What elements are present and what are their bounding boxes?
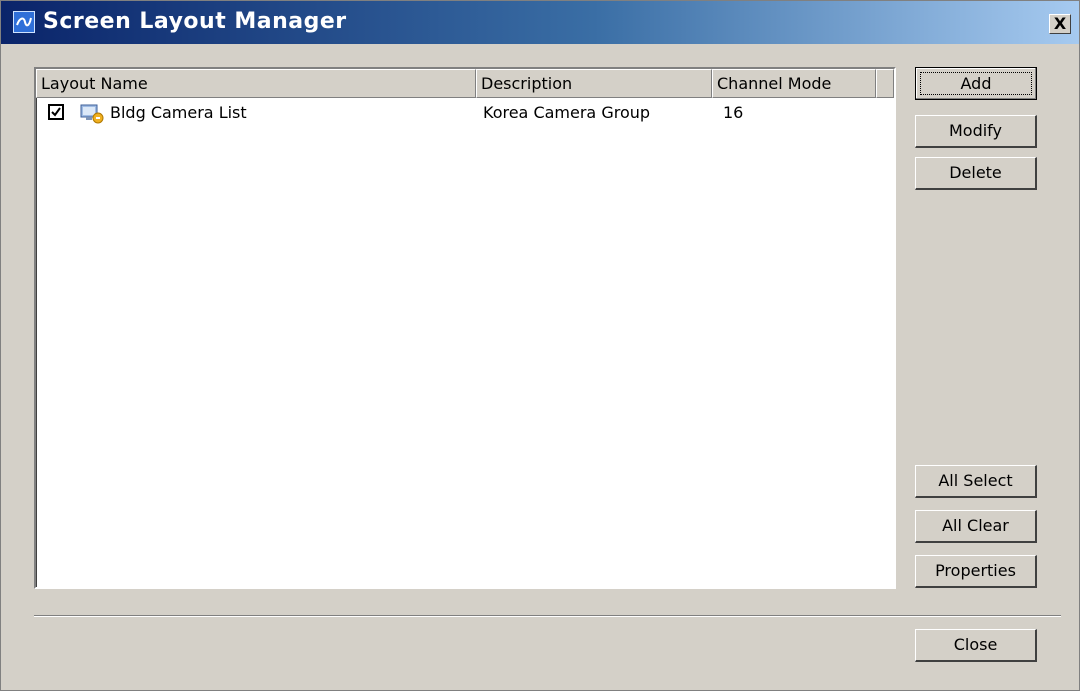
column-header-layout-name[interactable]: Layout Name	[36, 69, 476, 98]
modify-button[interactable]: Modify	[915, 115, 1037, 148]
column-header-description[interactable]: Description	[476, 69, 712, 98]
separator-line	[34, 615, 1061, 617]
cell-layout-name: Bldg Camera List	[110, 103, 247, 122]
table-row[interactable]: Bldg Camera List Korea Camera Group 16	[36, 101, 894, 125]
column-header-channel-mode[interactable]: Channel Mode	[712, 69, 876, 98]
list-header: Layout Name Description Channel Mode	[36, 69, 894, 99]
cell-channel-mode: 16	[723, 103, 744, 122]
title-bar[interactable]: Screen Layout Manager X	[1, 1, 1079, 44]
layout-list[interactable]: Layout Name Description Channel Mode Bld…	[34, 67, 896, 589]
all-select-button[interactable]: All Select	[915, 465, 1037, 498]
camera-list-icon	[80, 102, 104, 128]
close-button[interactable]: Close	[915, 629, 1037, 662]
window-title: Screen Layout Manager	[43, 9, 347, 34]
properties-button[interactable]: Properties	[915, 555, 1037, 588]
add-button[interactable]: Add	[915, 67, 1037, 100]
screen-layout-manager-window: Screen Layout Manager X Layout Name Desc…	[0, 0, 1080, 691]
all-clear-button[interactable]: All Clear	[915, 510, 1037, 543]
delete-button[interactable]: Delete	[915, 157, 1037, 190]
row-checkbox[interactable]	[48, 104, 64, 120]
checkmark-icon	[51, 107, 61, 117]
column-header-filler	[876, 69, 894, 98]
cell-description: Korea Camera Group	[483, 103, 651, 122]
app-icon	[13, 11, 35, 33]
close-window-button[interactable]: X	[1049, 14, 1071, 34]
add-button-label: Add	[920, 72, 1032, 95]
